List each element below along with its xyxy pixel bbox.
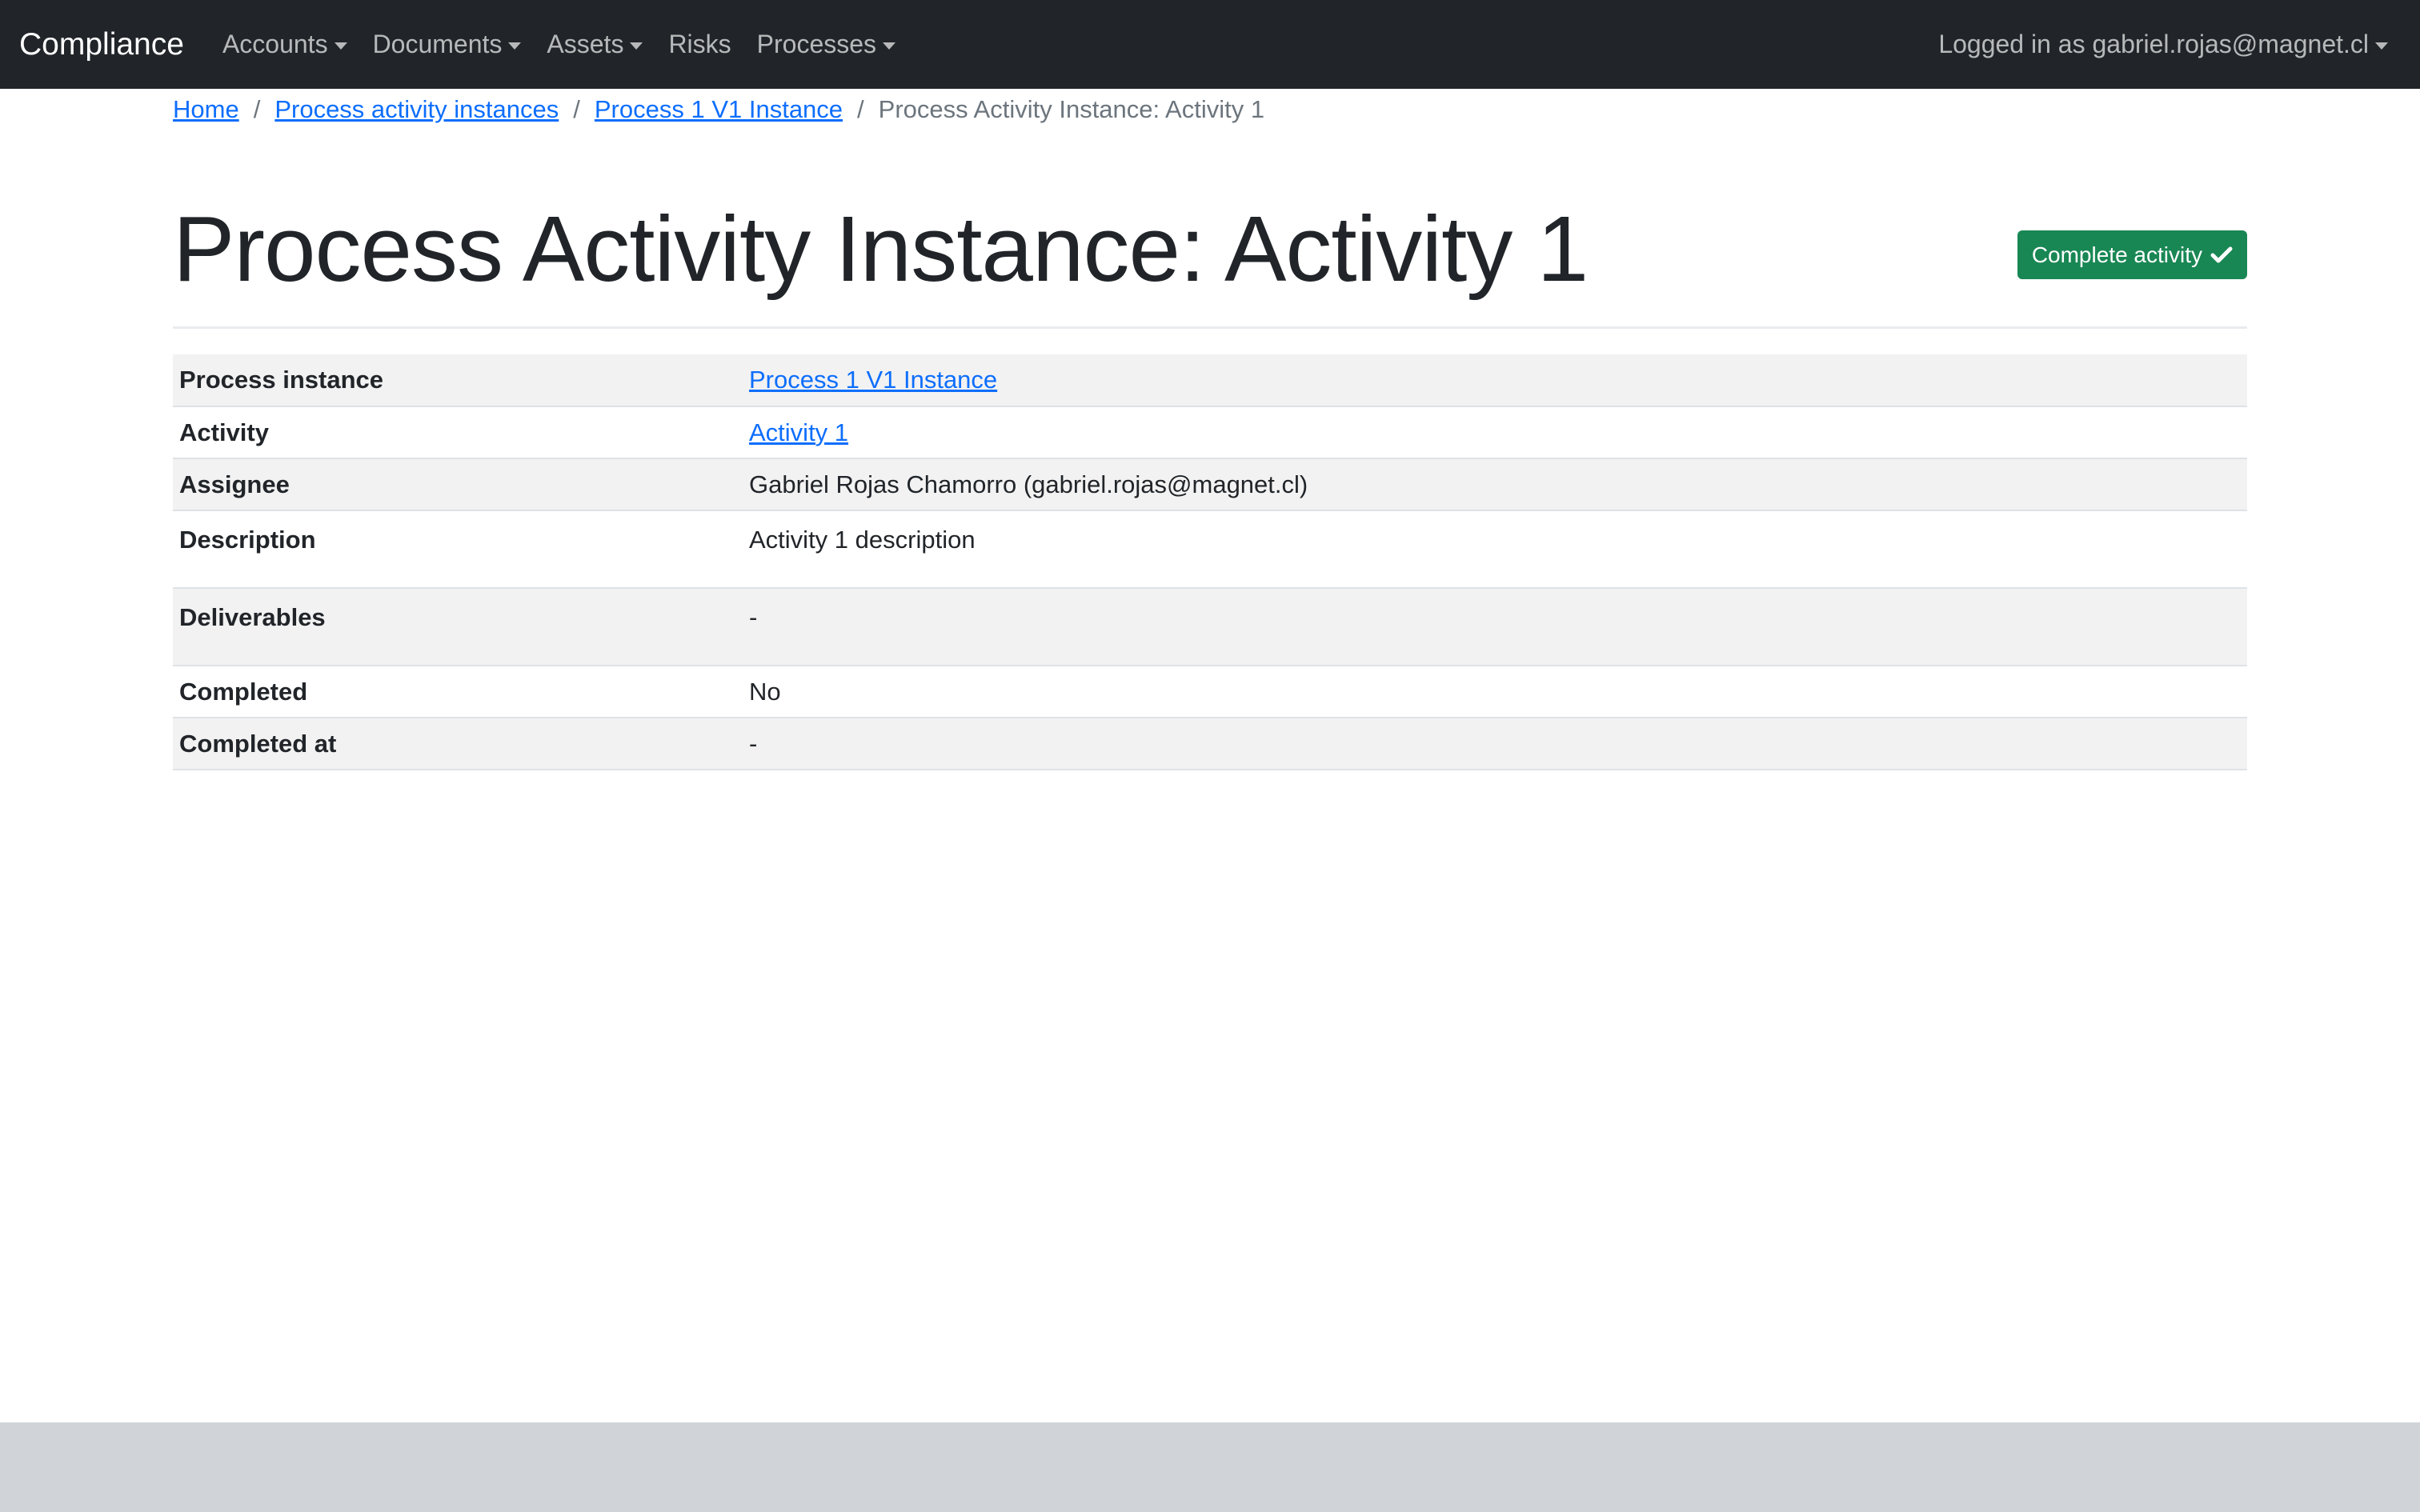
breadcrumb-process-instance-link[interactable]: Process 1 V1 Instance: [595, 95, 843, 124]
nav-documents-label: Documents: [372, 30, 503, 58]
breadcrumb-home-link[interactable]: Home: [173, 95, 239, 124]
nav-accounts-dropdown[interactable]: Accounts: [222, 30, 347, 59]
table-row: Assignee Gabriel Rojas Chamorro (gabriel…: [173, 458, 2247, 511]
completed-at-label: Completed at: [173, 718, 743, 770]
completed-value: No: [743, 666, 2247, 718]
user-menu-dropdown[interactable]: Logged in as gabriel.rojas@magnet.cl: [1938, 30, 2388, 59]
assignee-value: Gabriel Rojas Chamorro (gabriel.rojas@ma…: [743, 458, 2247, 511]
table-row: Description Activity 1 description: [173, 510, 2247, 589]
top-navbar: Compliance Accounts Documents Assets Ris…: [0, 0, 2420, 89]
breadcrumb-separator: /: [857, 95, 864, 123]
deliverables-label: Deliverables: [173, 588, 743, 666]
page-header: Process Activity Instance: Activity 1 Co…: [173, 130, 2247, 329]
nav-accounts-label: Accounts: [222, 30, 328, 58]
table-row: Completed at -: [173, 718, 2247, 770]
complete-activity-button[interactable]: Complete activity: [2017, 230, 2247, 279]
breadcrumb-separator: /: [253, 95, 261, 123]
description-value: Activity 1 description: [743, 510, 2247, 589]
caret-down-icon: [508, 42, 522, 50]
breadcrumb: Home / Process activity instances / Proc…: [173, 89, 2247, 130]
breadcrumb-process-activity-instances-link[interactable]: Process activity instances: [274, 95, 559, 124]
process-instance-cell: Process 1 V1 Instance: [743, 354, 2247, 407]
nav-risks-link[interactable]: Risks: [668, 30, 731, 59]
assignee-label: Assignee: [173, 458, 743, 511]
description-label: Description: [173, 510, 743, 589]
deliverables-value: -: [743, 588, 2247, 666]
completed-label: Completed: [173, 666, 743, 718]
nav-assets-label: Assets: [547, 30, 624, 58]
table-row: Deliverables -: [173, 588, 2247, 666]
activity-link[interactable]: Activity 1: [749, 418, 848, 446]
main-container: Home / Process activity instances / Proc…: [173, 89, 2247, 770]
table-row: Process instance Process 1 V1 Instance: [173, 354, 2247, 407]
nav-assets-dropdown[interactable]: Assets: [547, 30, 643, 59]
check-icon: [2210, 246, 2233, 265]
completed-at-value: -: [743, 718, 2247, 770]
page-title: Process Activity Instance: Activity 1: [173, 197, 1589, 301]
activity-label: Activity: [173, 406, 743, 459]
nav-processes-label: Processes: [756, 30, 877, 58]
caret-down-icon: [883, 42, 896, 50]
page-footer: [0, 1422, 2420, 1512]
nav-processes-dropdown[interactable]: Processes: [756, 30, 896, 59]
brand-link[interactable]: Compliance: [19, 27, 184, 62]
breadcrumb-current: Process Activity Instance: Activity 1: [878, 95, 1265, 123]
details-table: Process instance Process 1 V1 Instance A…: [173, 354, 2247, 770]
caret-down-icon: [630, 42, 643, 50]
caret-down-icon: [334, 42, 347, 50]
nav-risks-label: Risks: [668, 30, 731, 58]
process-instance-link[interactable]: Process 1 V1 Instance: [749, 366, 997, 394]
breadcrumb-separator: /: [573, 95, 580, 123]
table-row: Activity Activity 1: [173, 406, 2247, 459]
complete-activity-label: Complete activity: [2031, 242, 2202, 267]
activity-cell: Activity 1: [743, 406, 2247, 459]
nav-documents-dropdown[interactable]: Documents: [373, 30, 522, 59]
user-menu-label: Logged in as gabriel.rojas@magnet.cl: [1938, 30, 2369, 58]
process-instance-label: Process instance: [173, 354, 743, 407]
table-row: Completed No: [173, 666, 2247, 718]
caret-down-icon: [2375, 42, 2388, 50]
